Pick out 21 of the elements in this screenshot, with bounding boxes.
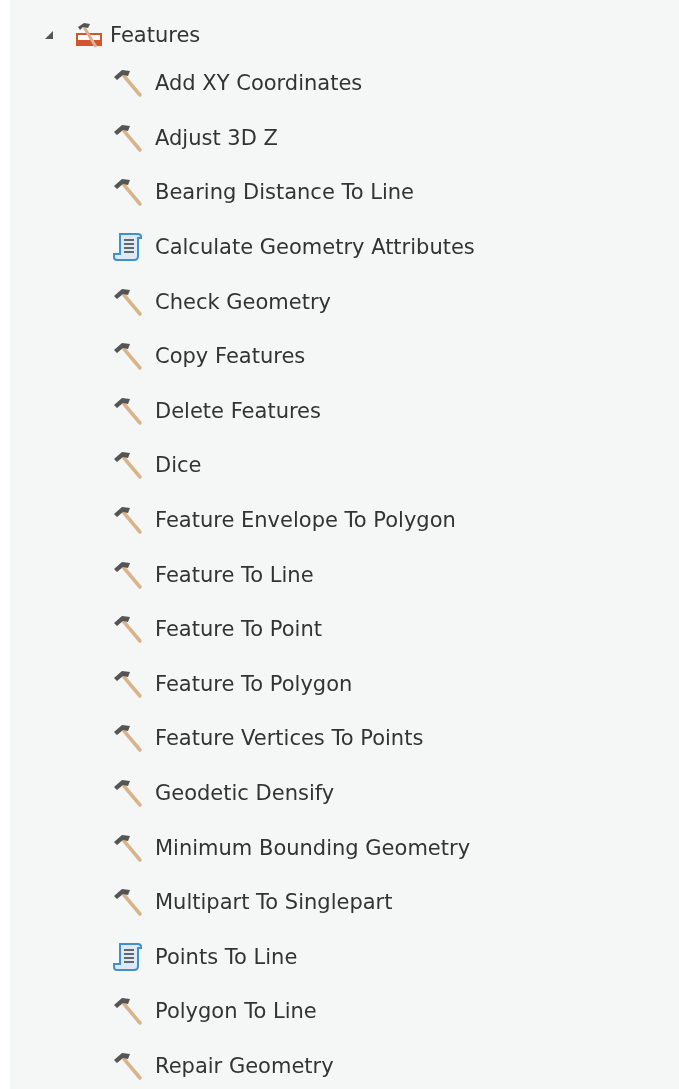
tool-label[interactable]: Dice bbox=[155, 453, 202, 478]
tool-label[interactable]: Polygon To Line bbox=[155, 999, 317, 1024]
toolset-label[interactable]: Features bbox=[110, 23, 201, 47]
tool-label[interactable]: Multipart To Singlepart bbox=[155, 890, 393, 915]
tool-label[interactable]: Add XY Coordinates bbox=[155, 71, 363, 96]
tool-label[interactable]: Calculate Geometry Attributes bbox=[155, 235, 475, 260]
tool-label[interactable]: Points To Line bbox=[155, 944, 298, 969]
tool-label[interactable]: Feature To Point bbox=[155, 617, 322, 642]
tool-label[interactable]: Geodetic Densify bbox=[155, 781, 335, 805]
tool-label[interactable]: Repair Geometry bbox=[155, 1054, 334, 1078]
expand-arrow-icon[interactable] bbox=[44, 30, 54, 40]
tool-label[interactable]: Copy Features bbox=[155, 344, 306, 369]
tool-label[interactable]: Feature Vertices To Points bbox=[155, 726, 424, 751]
tool-label[interactable]: Minimum Bounding Geometry bbox=[155, 835, 471, 860]
tool-label[interactable]: Delete Features bbox=[155, 398, 321, 423]
tool-label[interactable]: Feature To Line bbox=[155, 562, 314, 587]
tool-label[interactable]: Feature To Polygon bbox=[155, 671, 353, 696]
tool-label[interactable]: Feature Envelope To Polygon bbox=[155, 508, 456, 533]
tool-label[interactable]: Check Geometry bbox=[155, 289, 331, 314]
tool-label[interactable]: Adjust 3D Z bbox=[155, 125, 278, 150]
tool-label[interactable]: Bearing Distance To Line bbox=[155, 180, 415, 205]
